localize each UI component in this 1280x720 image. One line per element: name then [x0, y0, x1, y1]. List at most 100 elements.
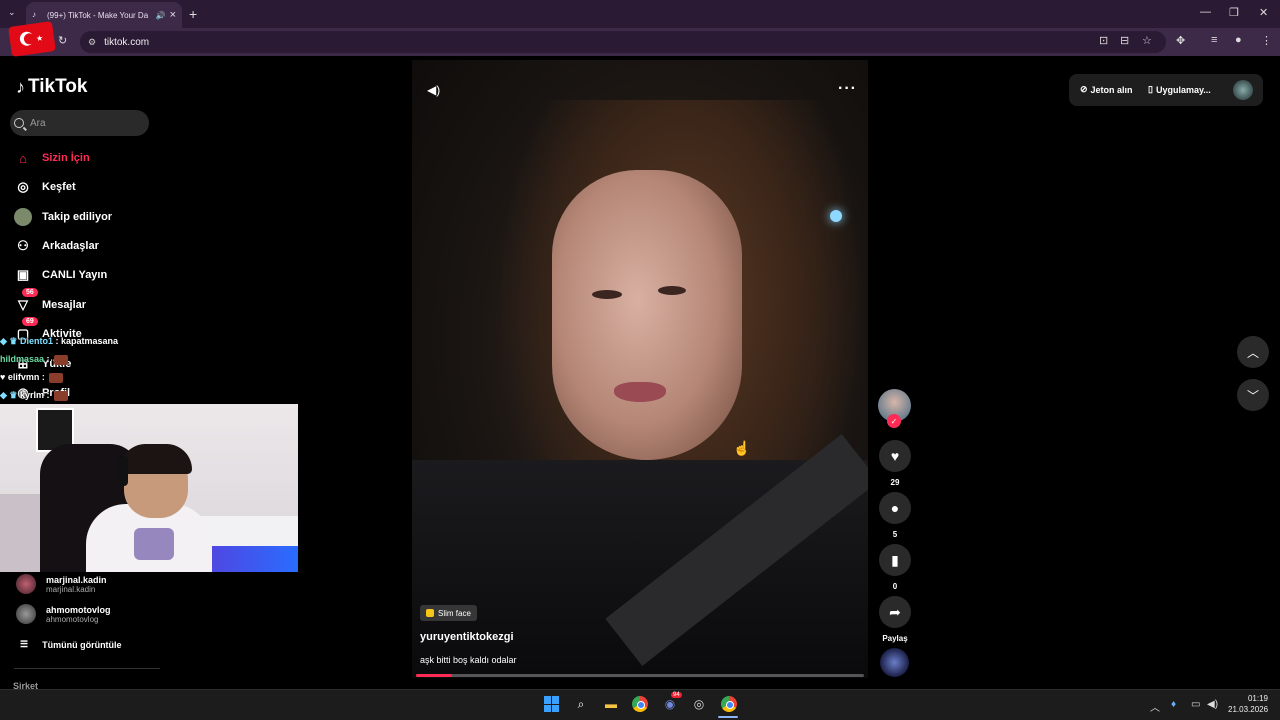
emote-icon — [54, 390, 69, 401]
profile-avatar-icon[interactable]: ● — [1235, 34, 1242, 46]
get-app-button[interactable]: ▯ Uygulamay... — [1148, 84, 1211, 95]
minimize-button[interactable]: — — [1200, 6, 1211, 18]
comment-count: 5 — [892, 530, 898, 539]
volume-icon[interactable]: ◀) — [427, 83, 440, 97]
new-tab-button[interactable]: + — [189, 6, 197, 22]
video-progress-bar[interactable] — [416, 674, 864, 677]
clock-time: 01:19 — [1247, 694, 1268, 703]
phone-icon: ▯ — [1148, 84, 1153, 94]
chat-user: Diento1 — [20, 336, 54, 346]
search-bar[interactable] — [10, 110, 149, 136]
see-all-button[interactable]: ☰ Tümünü görüntüle — [20, 639, 122, 650]
start-button[interactable] — [543, 695, 561, 713]
messages-badge: 56 — [22, 288, 38, 297]
nav-live[interactable]: ▣ CANLI Yayın — [14, 266, 107, 284]
following-account[interactable]: ahmomotovlog ahmomotovlog — [16, 604, 111, 624]
comment-icon[interactable]: ● — [879, 492, 911, 524]
translate-icon[interactable]: ⊡ — [1099, 34, 1108, 47]
tab-search-chevron-icon[interactable]: ⌄ — [8, 7, 16, 18]
video-progress-fill — [416, 674, 452, 677]
share-action[interactable]: ➦ Paylaş — [879, 596, 911, 643]
search-icon — [14, 118, 24, 128]
search-input[interactable] — [30, 117, 130, 129]
share-label: Paylaş — [882, 634, 908, 643]
obs-icon[interactable]: ◎ — [690, 695, 708, 713]
search-taskbar-icon[interactable]: ⌕ — [572, 695, 590, 713]
tiktok-logo[interactable]: ♪ TikTok — [16, 76, 87, 98]
nav-explore[interactable]: ◎ Keşfet — [14, 178, 75, 196]
user-avatar[interactable] — [1233, 80, 1253, 100]
friends-icon: ⚇ — [17, 238, 29, 253]
nav-for-you[interactable]: ⌂ Sizin İçin — [14, 149, 90, 167]
account-name: ahmomotovlog — [46, 604, 111, 615]
active-app-indicator — [718, 716, 738, 718]
logo-text: TikTok — [28, 76, 88, 97]
install-app-icon[interactable]: ⊟ — [1120, 34, 1129, 47]
nav-label: Arkadaşlar — [42, 240, 99, 252]
mouse-cursor-icon: ☝ — [733, 440, 751, 456]
clock-date: 21.03.2026 — [1228, 705, 1269, 714]
following-avatar-icon — [14, 208, 32, 226]
get-coins-label: Jeton alın — [1090, 84, 1133, 95]
nav-label: Sizin İçin — [42, 152, 90, 164]
microphone-icon[interactable]: ♦ — [1171, 699, 1176, 710]
share-icon[interactable]: ➦ — [879, 596, 911, 628]
chrome-taskbar-icon[interactable] — [631, 695, 649, 713]
bookmark-icon[interactable]: ▮ — [879, 544, 911, 576]
system-clock[interactable]: 01:19 21.03.2026 — [1228, 693, 1268, 715]
account-name: marjinal.kadin — [46, 574, 107, 585]
chat-user: hildmasaa — [0, 354, 45, 364]
avatar — [16, 574, 36, 594]
following-account[interactable]: marjinal.kadin marjinal.kadin — [16, 574, 107, 594]
nav-following[interactable]: Takip ediliyor — [14, 208, 112, 226]
effect-tag[interactable]: Slim face — [420, 605, 477, 621]
network-icon[interactable]: ▭ — [1191, 699, 1200, 710]
chat-line: ◆ ♛ kyrlm : — [0, 390, 69, 401]
nav-friends[interactable]: ⚇ Arkadaşlar — [14, 237, 99, 255]
video-author[interactable]: yuruyentiktokezgi — [420, 631, 514, 643]
messages-icon: ▽ — [18, 297, 28, 312]
bookmark-star-icon[interactable]: ☆ — [1142, 34, 1152, 47]
windows-logo-icon — [544, 696, 560, 712]
restore-button[interactable]: ❐ — [1229, 6, 1239, 19]
nav-label: CANLI Yayın — [42, 269, 108, 281]
previous-video-button[interactable]: ︿ — [1237, 336, 1269, 368]
chat-line: hildmasaa : — [0, 354, 69, 365]
music-disc-icon[interactable] — [880, 648, 909, 677]
follow-plus-icon[interactable]: ✓ — [887, 414, 901, 428]
close-window-button[interactable]: ✕ — [1259, 6, 1268, 19]
nav-messages[interactable]: ▽ 56 Mesajlar — [14, 288, 86, 314]
extensions-icon[interactable]: ✥ — [1176, 34, 1185, 47]
save-action[interactable]: ▮ 0 — [879, 544, 911, 591]
heart-icon[interactable]: ♥ — [879, 440, 911, 472]
like-action[interactable]: ♥ 29 — [879, 440, 911, 487]
more-options-icon[interactable]: ··· — [838, 80, 857, 98]
discord-badge: 94 — [671, 692, 682, 698]
video-caption: aşk bitti boş kaldı odalar — [420, 655, 517, 665]
tab-close-icon[interactable]: × — [170, 9, 176, 21]
speaker-icon[interactable]: ◀) — [1207, 699, 1218, 710]
comment-action[interactable]: ● 5 — [879, 492, 911, 539]
chrome-active-taskbar-icon[interactable] — [720, 695, 738, 713]
next-video-button[interactable]: ﹀ — [1237, 379, 1269, 411]
nav-label: Takip ediliyor — [42, 211, 113, 223]
media-control-icon[interactable]: ≡ — [1211, 34, 1217, 46]
reload-icon[interactable]: ↻ — [58, 34, 67, 47]
save-count: 0 — [892, 582, 898, 591]
get-app-label: Uygulamay... — [1155, 84, 1211, 95]
get-coins-button[interactable]: ⊘ Jeton alın — [1080, 84, 1133, 95]
tab-audio-icon[interactable]: 🔊 — [156, 11, 166, 20]
url-text: tiktok.com — [104, 36, 150, 48]
chat-line: ♥ elifvmn : — [0, 372, 64, 383]
omnibox[interactable]: ⚙ tiktok.com — [80, 31, 1166, 53]
tray-overflow-icon[interactable]: ︿ — [1150, 699, 1160, 714]
like-count: 29 — [890, 478, 900, 487]
file-explorer-icon[interactable]: ▬ — [602, 695, 620, 713]
chevron-down-icon: ﹀ — [1246, 388, 1259, 403]
divider — [14, 668, 160, 669]
browser-menu-icon[interactable]: ⋮ — [1261, 34, 1272, 47]
effect-icon — [426, 609, 434, 617]
chat-user: elifvmn — [7, 372, 40, 382]
site-info-icon[interactable]: ⚙ — [88, 37, 96, 48]
video-player[interactable] — [412, 60, 868, 678]
